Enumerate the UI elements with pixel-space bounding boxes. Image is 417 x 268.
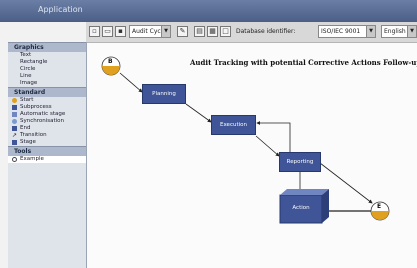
transition-planning-execution[interactable] <box>185 103 212 123</box>
end-node-label: E <box>377 203 382 210</box>
transition-reporting-execution[interactable] <box>256 121 291 154</box>
planning-node-label: Planning <box>152 91 176 97</box>
reporting-node[interactable]: Reporting <box>279 152 321 172</box>
start-node-fill <box>102 66 120 75</box>
execution-node-label: Execution <box>220 122 247 128</box>
transition-execution-reporting[interactable] <box>255 135 280 157</box>
end-node-fill <box>371 211 389 220</box>
execution-node[interactable]: Execution <box>211 115 256 135</box>
planning-node[interactable]: Planning <box>142 84 186 104</box>
action-node-label: Action <box>292 205 310 211</box>
transition-start-planning[interactable] <box>119 72 143 93</box>
start-node-label: B <box>108 58 113 65</box>
action-node-top <box>280 189 329 195</box>
connector-layer <box>101 56 390 224</box>
reporting-node-label: Reporting <box>286 159 314 165</box>
